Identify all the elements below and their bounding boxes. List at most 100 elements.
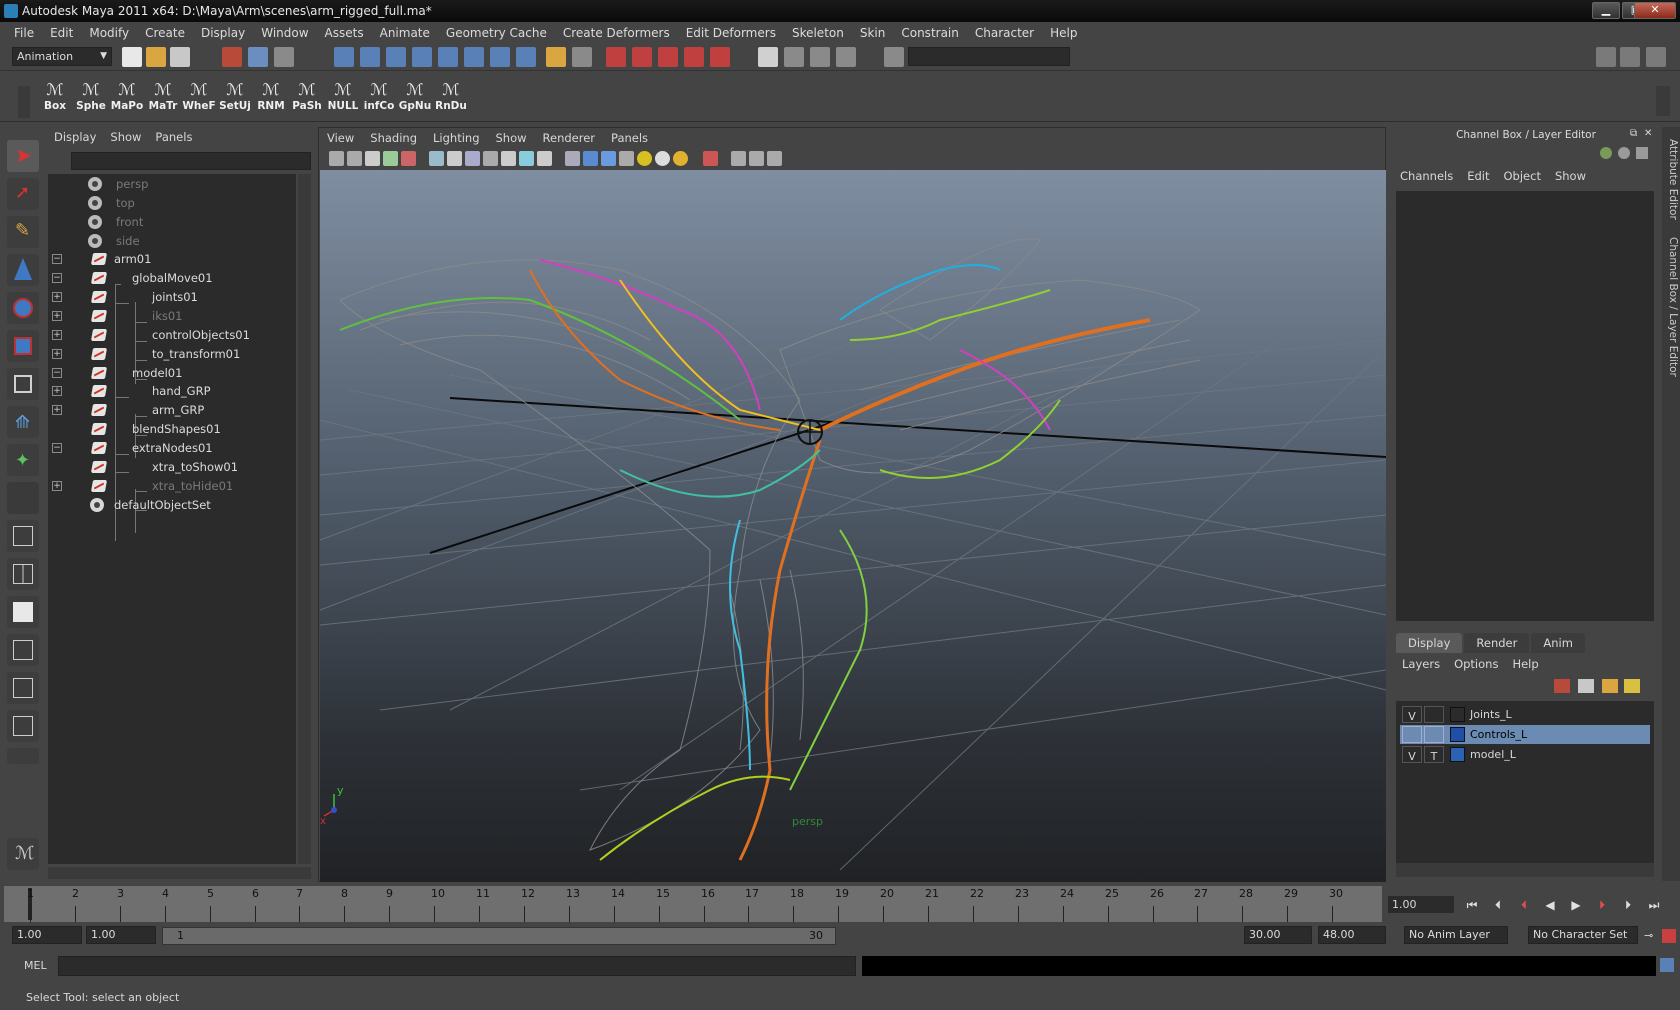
rotate-tool-icon[interactable] (7, 292, 39, 324)
menu-file[interactable]: File (6, 26, 42, 40)
persp-graph-layout-icon[interactable] (7, 672, 39, 704)
select-curves-icon[interactable] (386, 47, 406, 67)
shelf-button-rndu[interactable]: ℳ RnDu (434, 81, 468, 119)
shelf-button-whef[interactable]: ℳ WheF (182, 81, 216, 119)
menu-skin[interactable]: Skin (852, 26, 894, 40)
viewport-menu-panels[interactable]: Panels (611, 131, 648, 145)
two-d-pan-zoom-icon[interactable] (401, 151, 416, 166)
select-object-icon[interactable] (248, 47, 268, 67)
outliner-item-globalmove01[interactable]: − globalMove01 (48, 268, 296, 288)
snap-point-icon[interactable] (658, 47, 678, 67)
anim-layer-dropdown[interactable]: No Anim Layer (1404, 926, 1508, 944)
step-back-frame-icon[interactable]: ⏴ (1488, 897, 1508, 913)
collapse-icon[interactable]: − (52, 273, 62, 283)
select-hierarchy-icon[interactable] (222, 47, 242, 67)
outliner-menu-display[interactable]: Display (54, 130, 96, 144)
shelf-button-sphe[interactable]: ℳ Sphe (74, 81, 108, 119)
layer-visibility-toggle[interactable]: V (1402, 746, 1422, 763)
menu-help[interactable]: Help (1042, 26, 1085, 40)
edit-menu[interactable]: Edit (1467, 169, 1489, 183)
all-lights-icon[interactable] (655, 151, 670, 166)
snap-grid-icon[interactable] (606, 47, 626, 67)
select-dynamics-icon[interactable] (464, 47, 484, 67)
command-language-label[interactable]: MEL (24, 959, 47, 972)
show-manipulator-icon[interactable]: ✦ (7, 444, 39, 476)
channels-menu[interactable]: Channels (1400, 169, 1453, 183)
menuset-dropdown[interactable]: Animation ▼ (12, 47, 112, 66)
outliner-item-blendshapes01[interactable]: blendShapes01 (48, 419, 296, 439)
quick-select-field[interactable] (908, 47, 1070, 66)
menu-animate[interactable]: Animate (372, 26, 438, 40)
shelf-button-null[interactable]: ℳ NULL (326, 81, 360, 119)
wireframe-icon[interactable] (565, 151, 580, 166)
layer-row-model-l[interactable]: V T model_L (1400, 745, 1650, 764)
outliner-menu-panels[interactable]: Panels (155, 130, 192, 144)
single-pane-layout-icon[interactable] (7, 520, 39, 552)
camera-attributes-icon[interactable] (347, 151, 362, 166)
show-menu[interactable]: Show (1555, 169, 1586, 183)
help-menu[interactable]: Help (1512, 657, 1538, 671)
manipulator-icon[interactable] (1600, 147, 1612, 159)
step-forward-frame-icon[interactable]: ⏵ (1618, 897, 1638, 913)
last-used-tool-icon[interactable] (7, 482, 39, 514)
lock-selection-icon[interactable] (546, 47, 566, 67)
outliner-item-xtra-toshow01[interactable]: xtra_toShow01 (48, 457, 296, 477)
menu-window[interactable]: Window (253, 26, 316, 40)
grid-icon[interactable] (429, 151, 444, 166)
make-live-icon[interactable] (710, 47, 730, 67)
outliner-item-xtra-tohide01[interactable]: + xtra_toHide01 (48, 476, 296, 496)
render-view-icon[interactable] (758, 47, 778, 67)
safe-action-icon[interactable] (519, 151, 534, 166)
playback-end-field[interactable]: 30.00 (1244, 926, 1312, 944)
outliner-tree[interactable]: persp top front side − arm01 − globalMove0… (48, 174, 296, 864)
layer-horizontal-scrollbar[interactable] (1396, 863, 1654, 877)
collapse-icon[interactable]: − (52, 368, 62, 378)
input-mode-icon[interactable] (884, 47, 904, 67)
filter-options-icon[interactable] (50, 152, 66, 170)
menu-character[interactable]: Character (967, 26, 1042, 40)
safe-title-icon[interactable] (537, 151, 552, 166)
outliner-item-arm01[interactable]: − arm01 (48, 249, 296, 269)
layer-visibility-toggle[interactable] (1402, 726, 1422, 743)
layer-row-joints-l[interactable]: V Joints_L (1400, 705, 1650, 724)
outliner-item-joints01[interactable]: + joints01 (48, 287, 296, 307)
expand-icon[interactable]: + (52, 405, 62, 415)
go-to-start-icon[interactable]: ⏮ (1462, 897, 1482, 913)
shelf-button-mapo[interactable]: ℳ MaPo (110, 81, 144, 119)
lasso-tool-icon[interactable]: ➚ (7, 178, 39, 210)
playback-start-field[interactable]: 1.00 (86, 926, 156, 944)
toggle-channel-box-icon[interactable] (1646, 47, 1666, 67)
animation-start-field[interactable]: 1.00 (12, 926, 82, 944)
smooth-shade-icon[interactable] (583, 151, 598, 166)
soft-modification-icon[interactable]: ⟰ (7, 406, 39, 438)
outliner-item-defaultobjectset[interactable]: defaultObjectSet (48, 495, 296, 515)
range-slider[interactable]: 1 30 (162, 927, 836, 945)
animation-preferences-icon[interactable] (1662, 929, 1676, 943)
shelf-button-gpnu[interactable]: ℳ GpNu (398, 81, 432, 119)
viewport-menu-show[interactable]: Show (496, 131, 527, 145)
viewport-menu-lighting[interactable]: Lighting (433, 131, 479, 145)
layer-color-swatch[interactable] (1450, 747, 1465, 762)
outliner-item-hand-grp[interactable]: + hand_GRP (48, 381, 296, 401)
shelf-menu-icon[interactable] (18, 86, 30, 118)
menu-edit-deformers[interactable]: Edit Deformers (678, 26, 784, 40)
layer-display-type-toggle[interactable] (1424, 706, 1444, 723)
scale-tool-icon[interactable] (7, 330, 39, 362)
collapse-icon[interactable]: − (52, 443, 62, 453)
field-chart-icon[interactable] (501, 151, 516, 166)
open-scene-icon[interactable] (146, 47, 166, 67)
outliner-item-to-transform01[interactable]: + to_transform01 (48, 344, 296, 364)
layer-color-swatch[interactable] (1450, 707, 1465, 722)
textured-icon[interactable] (619, 151, 634, 166)
menu-modify[interactable]: Modify (81, 26, 137, 40)
hyper-icon[interactable] (1636, 147, 1648, 159)
animation-end-field[interactable]: 48.00 (1318, 926, 1386, 944)
expand-icon[interactable]: + (52, 292, 62, 302)
menu-geometry-cache[interactable]: Geometry Cache (438, 26, 555, 40)
shelf-button-rnm[interactable]: ℳ RNM (254, 81, 288, 119)
step-back-key-icon[interactable]: ⏴ (1514, 897, 1534, 913)
select-component-icon[interactable] (274, 47, 294, 67)
menu-edit[interactable]: Edit (42, 26, 81, 40)
layer-list[interactable]: V Joints_L Controls_L V T model_L (1396, 701, 1654, 863)
outliner-item-side[interactable]: side (48, 231, 296, 251)
